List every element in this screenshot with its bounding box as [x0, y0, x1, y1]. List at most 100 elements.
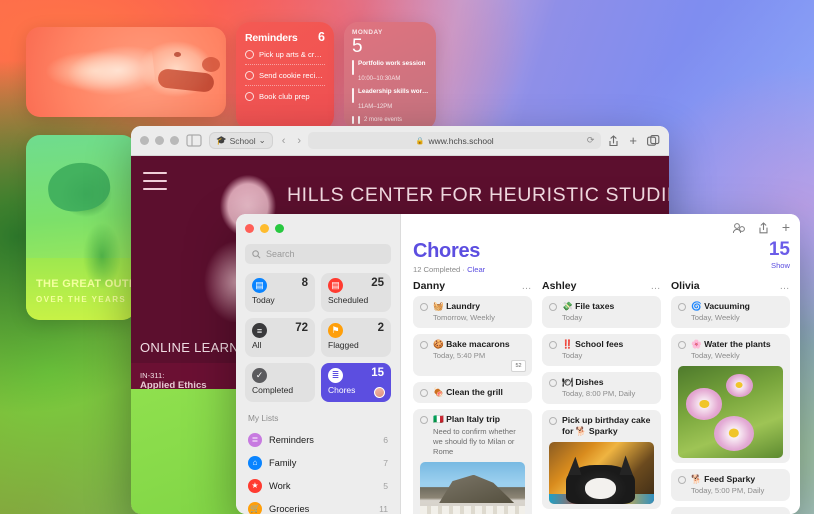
search-placeholder: Search: [266, 249, 295, 259]
event-title: Leadership skills wor…: [358, 88, 429, 95]
task-row[interactable]: 🌀 Vacuuming Today, Weekly: [671, 296, 790, 329]
task-image-greece[interactable]: [420, 462, 525, 514]
task-row[interactable]: ‼️ School fees Today: [542, 334, 661, 367]
reminders-app-window[interactable]: Search ▤ 8 Today ▤ 25 Scheduled ≡ 72 All: [236, 214, 800, 514]
smart-list-completed[interactable]: ✓ Completed: [245, 363, 315, 402]
task-row[interactable]: 🧺 Laundry Tomorrow, Weekly: [413, 296, 532, 329]
task-row[interactable]: 🇮🇹 Plan Italy trip Need to confirm wheth…: [413, 408, 532, 514]
task-image-flowers[interactable]: [678, 366, 783, 459]
checkbox-icon[interactable]: [678, 341, 686, 350]
calendar-icon: ▤: [252, 278, 267, 293]
checkbox-icon[interactable]: [245, 92, 254, 101]
clear-link[interactable]: Clear: [467, 265, 485, 274]
checkbox-icon[interactable]: [420, 303, 428, 311]
share-icon[interactable]: [608, 134, 619, 147]
checkbox-icon[interactable]: [549, 379, 557, 388]
my-lists-header: My Lists: [248, 413, 279, 423]
hamburger-menu-icon[interactable]: [143, 172, 167, 196]
window-controls[interactable]: [245, 224, 391, 233]
sidebar-item-reminders[interactable]: ≣ Reminders 6: [245, 428, 391, 451]
sidebar-item-family[interactable]: ⌂ Family 7: [245, 451, 391, 474]
smart-list-flagged[interactable]: ⚑ 2 Flagged: [321, 318, 391, 357]
search-input[interactable]: Search: [245, 244, 391, 264]
calendar-more-events[interactable]: 2 more events: [352, 116, 428, 124]
flower-shape: [686, 388, 723, 420]
checkbox-icon[interactable]: [245, 50, 254, 59]
task-title: Bake macarons: [446, 339, 510, 350]
checkbox-icon[interactable]: [420, 341, 428, 350]
calendar-event[interactable]: Leadership skills wor… 11AM–12PM: [352, 88, 428, 113]
new-tab-icon[interactable]: +: [629, 134, 637, 147]
url-text: www.hchs.school: [428, 135, 494, 146]
checkbox-icon[interactable]: [549, 303, 557, 311]
back-icon[interactable]: ‹: [282, 135, 286, 147]
desktop: Reminders 6 Pick up arts & cr… Send cook…: [0, 0, 814, 514]
share-icon[interactable]: [758, 222, 769, 234]
checkbox-icon[interactable]: [678, 303, 686, 311]
checkbox-icon[interactable]: [245, 71, 254, 80]
sidebar-item-groceries[interactable]: 🛒 Groceries 11: [245, 497, 391, 514]
forward-icon[interactable]: ›: [297, 135, 301, 147]
smart-list-scheduled[interactable]: ▤ 25 Scheduled: [321, 273, 391, 312]
tab-overview-icon[interactable]: [647, 135, 660, 146]
reminders-widget[interactable]: Reminders 6 Pick up arts & cr… Send cook…: [236, 22, 334, 130]
dog-snout: [157, 68, 215, 93]
checkbox-icon[interactable]: [420, 389, 428, 398]
profile-button[interactable]: 🎓 School ⌄: [209, 132, 273, 149]
event-time: 11AM–12PM: [358, 104, 393, 110]
total-count: 15: [768, 239, 790, 260]
task-emoji: 🍪: [433, 339, 444, 350]
address-bar[interactable]: 🔒 www.hchs.school ⟳: [308, 132, 602, 149]
task-row[interactable]: 💸 File taxes Today: [542, 296, 661, 329]
outdoors-subtitle: OVER THE YEARS: [36, 295, 127, 304]
nav-buttons[interactable]: ‹ ›: [282, 135, 301, 147]
sidebar-toggle-icon[interactable]: [186, 134, 202, 147]
smart-list-chores[interactable]: ≣ 15 Chores: [321, 363, 391, 402]
smart-list-all[interactable]: ≡ 72 All: [245, 318, 315, 357]
checkbox-icon[interactable]: [420, 415, 428, 424]
task-row[interactable]: [671, 507, 790, 514]
add-icon[interactable]: +: [782, 220, 790, 236]
reload-icon[interactable]: ⟳: [587, 135, 595, 146]
calendar-event[interactable]: Portfolio work session 10:00–10:30AM: [352, 60, 428, 85]
task-row[interactable]: 🍽 Dishes Today, 8:00 PM, Daily: [542, 372, 661, 405]
column-menu-icon[interactable]: …: [522, 281, 533, 292]
reminders-widget-item[interactable]: Pick up arts & cr…: [245, 44, 325, 65]
task-row[interactable]: 🐕 Feed Sparky Today, 5:00 PM, Daily: [671, 469, 790, 502]
minimize-button[interactable]: [155, 136, 164, 145]
window-controls[interactable]: [140, 136, 179, 145]
add-people-icon[interactable]: [732, 222, 745, 234]
checkbox-icon[interactable]: [549, 341, 557, 350]
minimize-button[interactable]: [260, 224, 269, 233]
task-subtitle: Today: [562, 313, 583, 323]
flagged-label: Flagged: [328, 340, 359, 350]
task-emoji: 💸: [562, 301, 573, 311]
task-row[interactable]: 🍪 Bake macarons Today, 5:40 PM 52: [413, 334, 532, 377]
reminders-widget-item[interactable]: Book club prep: [245, 86, 325, 106]
sidebar-item-work[interactable]: ★ Work 5: [245, 474, 391, 497]
calendar-widget[interactable]: MONDAY 5 Portfolio work session 10:00–10…: [344, 22, 436, 130]
task-row[interactable]: 🍖 Clean the grill: [413, 382, 532, 403]
show-link[interactable]: Show: [769, 261, 790, 270]
smart-list-today[interactable]: ▤ 8 Today: [245, 273, 315, 312]
task-image-dog[interactable]: [549, 441, 654, 504]
safari-right-tools[interactable]: +: [608, 134, 660, 147]
outdoors-widget[interactable]: THE GREAT OUTDOORS OVER THE YEARS: [26, 135, 136, 320]
task-row[interactable]: Pick up birthday cake for 🐕 Sparky: [542, 410, 661, 509]
checkbox-icon[interactable]: [678, 476, 686, 485]
all-icon: ≡: [252, 323, 267, 338]
checkbox-icon[interactable]: [549, 417, 557, 426]
close-button[interactable]: [245, 224, 254, 233]
task-badge: 52: [511, 360, 526, 373]
close-button[interactable]: [140, 136, 149, 145]
completed-label: Completed: [252, 385, 294, 395]
column-olivia: Olivia … 🌀 Vacuuming Today, Weekly 🌸 Wat…: [671, 280, 790, 514]
photos-widget[interactable]: [26, 27, 226, 117]
column-menu-icon[interactable]: …: [651, 281, 662, 292]
maximize-button[interactable]: [170, 136, 179, 145]
course-card[interactable]: IN-311: Applied Ethics Evania Henkowich …: [131, 363, 249, 389]
column-menu-icon[interactable]: …: [780, 281, 791, 292]
reminders-widget-item[interactable]: Send cookie reci…: [245, 65, 325, 86]
maximize-button[interactable]: [275, 224, 284, 233]
task-row[interactable]: 🌸 Water the plants Today, Weekly: [671, 334, 790, 464]
